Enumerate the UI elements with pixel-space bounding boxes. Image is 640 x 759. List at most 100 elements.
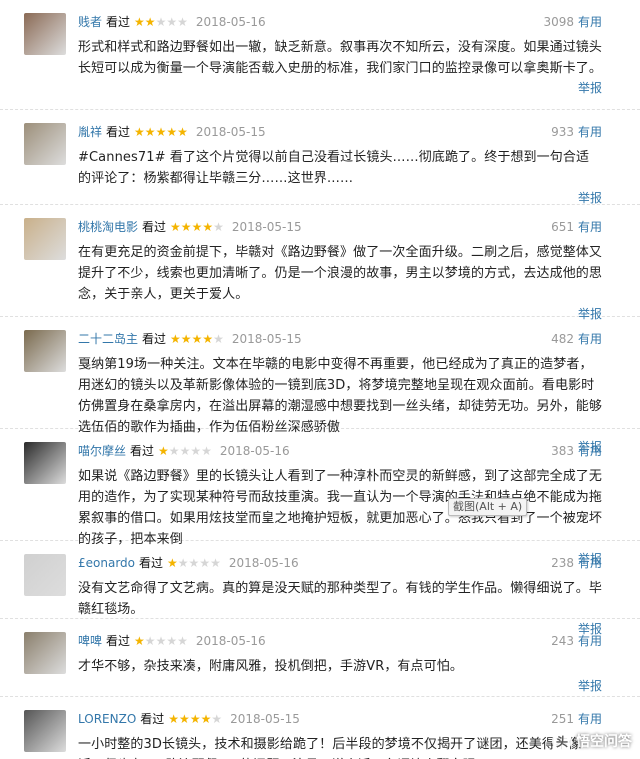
username-link[interactable]: 喵尔摩丝	[78, 444, 126, 458]
vote-area: 3098 有用	[543, 13, 602, 31]
useful-button[interactable]: 有用	[578, 332, 602, 346]
star-icon: ★	[179, 712, 190, 726]
vote-count: 3098	[543, 15, 574, 29]
star-icon: ★	[191, 220, 203, 234]
star-icon: ★	[202, 220, 214, 234]
vote-area: 251 有用	[551, 710, 602, 728]
review-date: 2018-05-16	[219, 444, 290, 458]
watch-status: 看过	[130, 444, 155, 458]
review-content: 形式和样式和路边野餐如出一辙，缺乏新意。叙事再次不知所云，没有深度。如果通过镜头…	[78, 40, 603, 76]
star-icon: ★	[188, 556, 200, 570]
star-icon: ★	[144, 125, 156, 139]
star-icon: ★	[179, 444, 191, 458]
review-date: 2018-05-16	[195, 15, 266, 29]
review-meta: 啤啤 看过 ★★★★★ 2018-05-16 243 有用	[78, 632, 602, 650]
star-icon: ★	[155, 125, 167, 139]
vote-area: 651 有用	[551, 218, 602, 236]
star-icon: ★	[177, 125, 188, 139]
star-icon: ★	[199, 556, 211, 570]
watch-status: 看过	[106, 125, 131, 139]
star-icon: ★	[213, 332, 224, 346]
review-body: 贱者 看过 ★★★★★ 2018-05-16 3098 有用 形式和样式和路边野餐如出一辙，…	[78, 13, 602, 101]
avatar[interactable]	[24, 330, 66, 372]
review-item: 贱者 看过 ★★★★★ 2018-05-16 3098 有用 形式和样式和路边野餐如出一辙，…	[0, 0, 640, 110]
review-content: 才华不够，杂技来凑，附庸风雅，投机倒把，手游VR，有点可怕。	[78, 659, 463, 674]
star-icon: ★	[134, 634, 145, 648]
username-link[interactable]: 啤啤	[78, 634, 102, 648]
star-icon: ★	[170, 332, 181, 346]
watermark-text: 悟空问答	[576, 734, 632, 750]
useful-button[interactable]: 有用	[578, 220, 602, 234]
username-link[interactable]: £eonardo	[78, 556, 135, 570]
star-icon: ★	[202, 332, 214, 346]
useful-button[interactable]: 有用	[578, 712, 602, 726]
avatar[interactable]	[24, 710, 66, 752]
useful-button[interactable]: 有用	[578, 634, 602, 648]
report-link[interactable]: 举报	[78, 79, 602, 101]
star-icon: ★	[134, 15, 145, 29]
review-item: 啤啤 看过 ★★★★★ 2018-05-16 243 有用 才华不够，杂技来凑，附庸风雅，投…	[0, 619, 640, 697]
star-icon: ★	[211, 712, 223, 726]
vote-area: 383 有用	[551, 442, 602, 460]
star-icon: ★	[177, 15, 188, 29]
vote-count: 243	[551, 634, 574, 648]
avatar[interactable]	[24, 442, 66, 484]
star-icon: ★	[155, 15, 167, 29]
avatar[interactable]	[24, 554, 66, 596]
star-icon: ★	[213, 220, 224, 234]
username-link[interactable]: LORENZO	[78, 712, 136, 726]
star-icon: ★	[177, 634, 188, 648]
star-icon: ★	[201, 444, 212, 458]
review-item: 胤祥 看过 ★★★★★ 2018-05-15 933 有用 #Cannes71# 看了这个片…	[0, 110, 640, 205]
rating-stars: ★★★★★	[170, 220, 224, 234]
review-item: 二十二岛主 看过 ★★★★★ 2018-05-15 482 有用 戛纳第19场一种关注。文本…	[0, 317, 640, 454]
review-item: 喵尔摩丝 看过 ★★★★★ 2018-05-16 383 有用 如果说《路边野餐》里的长镜头…	[0, 429, 640, 566]
screenshot-tooltip: 截图(Alt + A)	[448, 498, 528, 516]
star-icon: ★	[166, 634, 178, 648]
review-meta: LORENZO 看过 ★★★★★ 2018-05-15 251 有用	[78, 710, 602, 728]
useful-button[interactable]: 有用	[578, 125, 602, 139]
username-link[interactable]: 贱者	[78, 15, 102, 29]
vote-count: 383	[551, 444, 574, 458]
star-icon: ★	[177, 556, 189, 570]
review-date: 2018-05-16	[228, 556, 299, 570]
star-icon: ★	[168, 444, 180, 458]
useful-button[interactable]: 有用	[578, 556, 602, 570]
avatar[interactable]	[24, 123, 66, 165]
useful-button[interactable]: 有用	[578, 15, 602, 29]
star-icon: ★	[144, 15, 156, 29]
review-content: 一小时整的3D长镜头，技术和摄影给跪了！后半段的梦境不仅揭开了谜团，还美得不像话…	[78, 737, 582, 759]
review-body: 啤啤 看过 ★★★★★ 2018-05-16 243 有用 才华不够，杂技来凑，附庸风雅，投…	[78, 632, 602, 699]
useful-button[interactable]: 有用	[578, 444, 602, 458]
watermark: 头 悟空问答	[552, 731, 632, 751]
review-item: 桃桃淘电影 看过 ★★★★★ 2018-05-15 651 有用 在有更充足的资金前提下，毕…	[0, 205, 640, 321]
review-body: 胤祥 看过 ★★★★★ 2018-05-15 933 有用 #Cannes71# 看了这个片…	[78, 123, 602, 211]
username-link[interactable]: 桃桃淘电影	[78, 220, 138, 234]
report-link[interactable]: 举报	[78, 677, 602, 699]
vote-count: 251	[551, 712, 574, 726]
avatar[interactable]	[24, 13, 66, 55]
review-date: 2018-05-15	[231, 332, 302, 346]
review-meta: 二十二岛主 看过 ★★★★★ 2018-05-15 482 有用	[78, 330, 602, 348]
avatar[interactable]	[24, 218, 66, 260]
watch-status: 看过	[139, 556, 164, 570]
star-icon: ★	[166, 125, 178, 139]
review-content: 戛纳第19场一种关注。文本在毕赣的电影中变得不再重要，他已经成为了真正的造梦者，…	[78, 357, 603, 435]
star-icon: ★	[144, 634, 156, 648]
review-content: #Cannes71# 看了这个片觉得以前自己没看过长镜头……彻底跪了。终于想到一…	[78, 150, 590, 186]
review-body: LORENZO 看过 ★★★★★ 2018-05-15 251 有用 一小时整的3D长镜头，…	[78, 710, 602, 759]
avatar[interactable]	[24, 632, 66, 674]
star-icon: ★	[155, 634, 167, 648]
star-icon: ★	[167, 556, 178, 570]
vote-count: 482	[551, 332, 574, 346]
username-link[interactable]: 胤祥	[78, 125, 102, 139]
star-icon: ★	[210, 556, 221, 570]
review-meta: 喵尔摩丝 看过 ★★★★★ 2018-05-16 383 有用	[78, 442, 602, 460]
username-link[interactable]: 二十二岛主	[78, 332, 138, 346]
rating-stars: ★★★★★	[170, 332, 224, 346]
watch-status: 看过	[140, 712, 165, 726]
star-icon: ★	[166, 15, 178, 29]
star-icon: ★	[158, 444, 169, 458]
star-icon: ★	[191, 332, 203, 346]
review-date: 2018-05-15	[195, 125, 266, 139]
